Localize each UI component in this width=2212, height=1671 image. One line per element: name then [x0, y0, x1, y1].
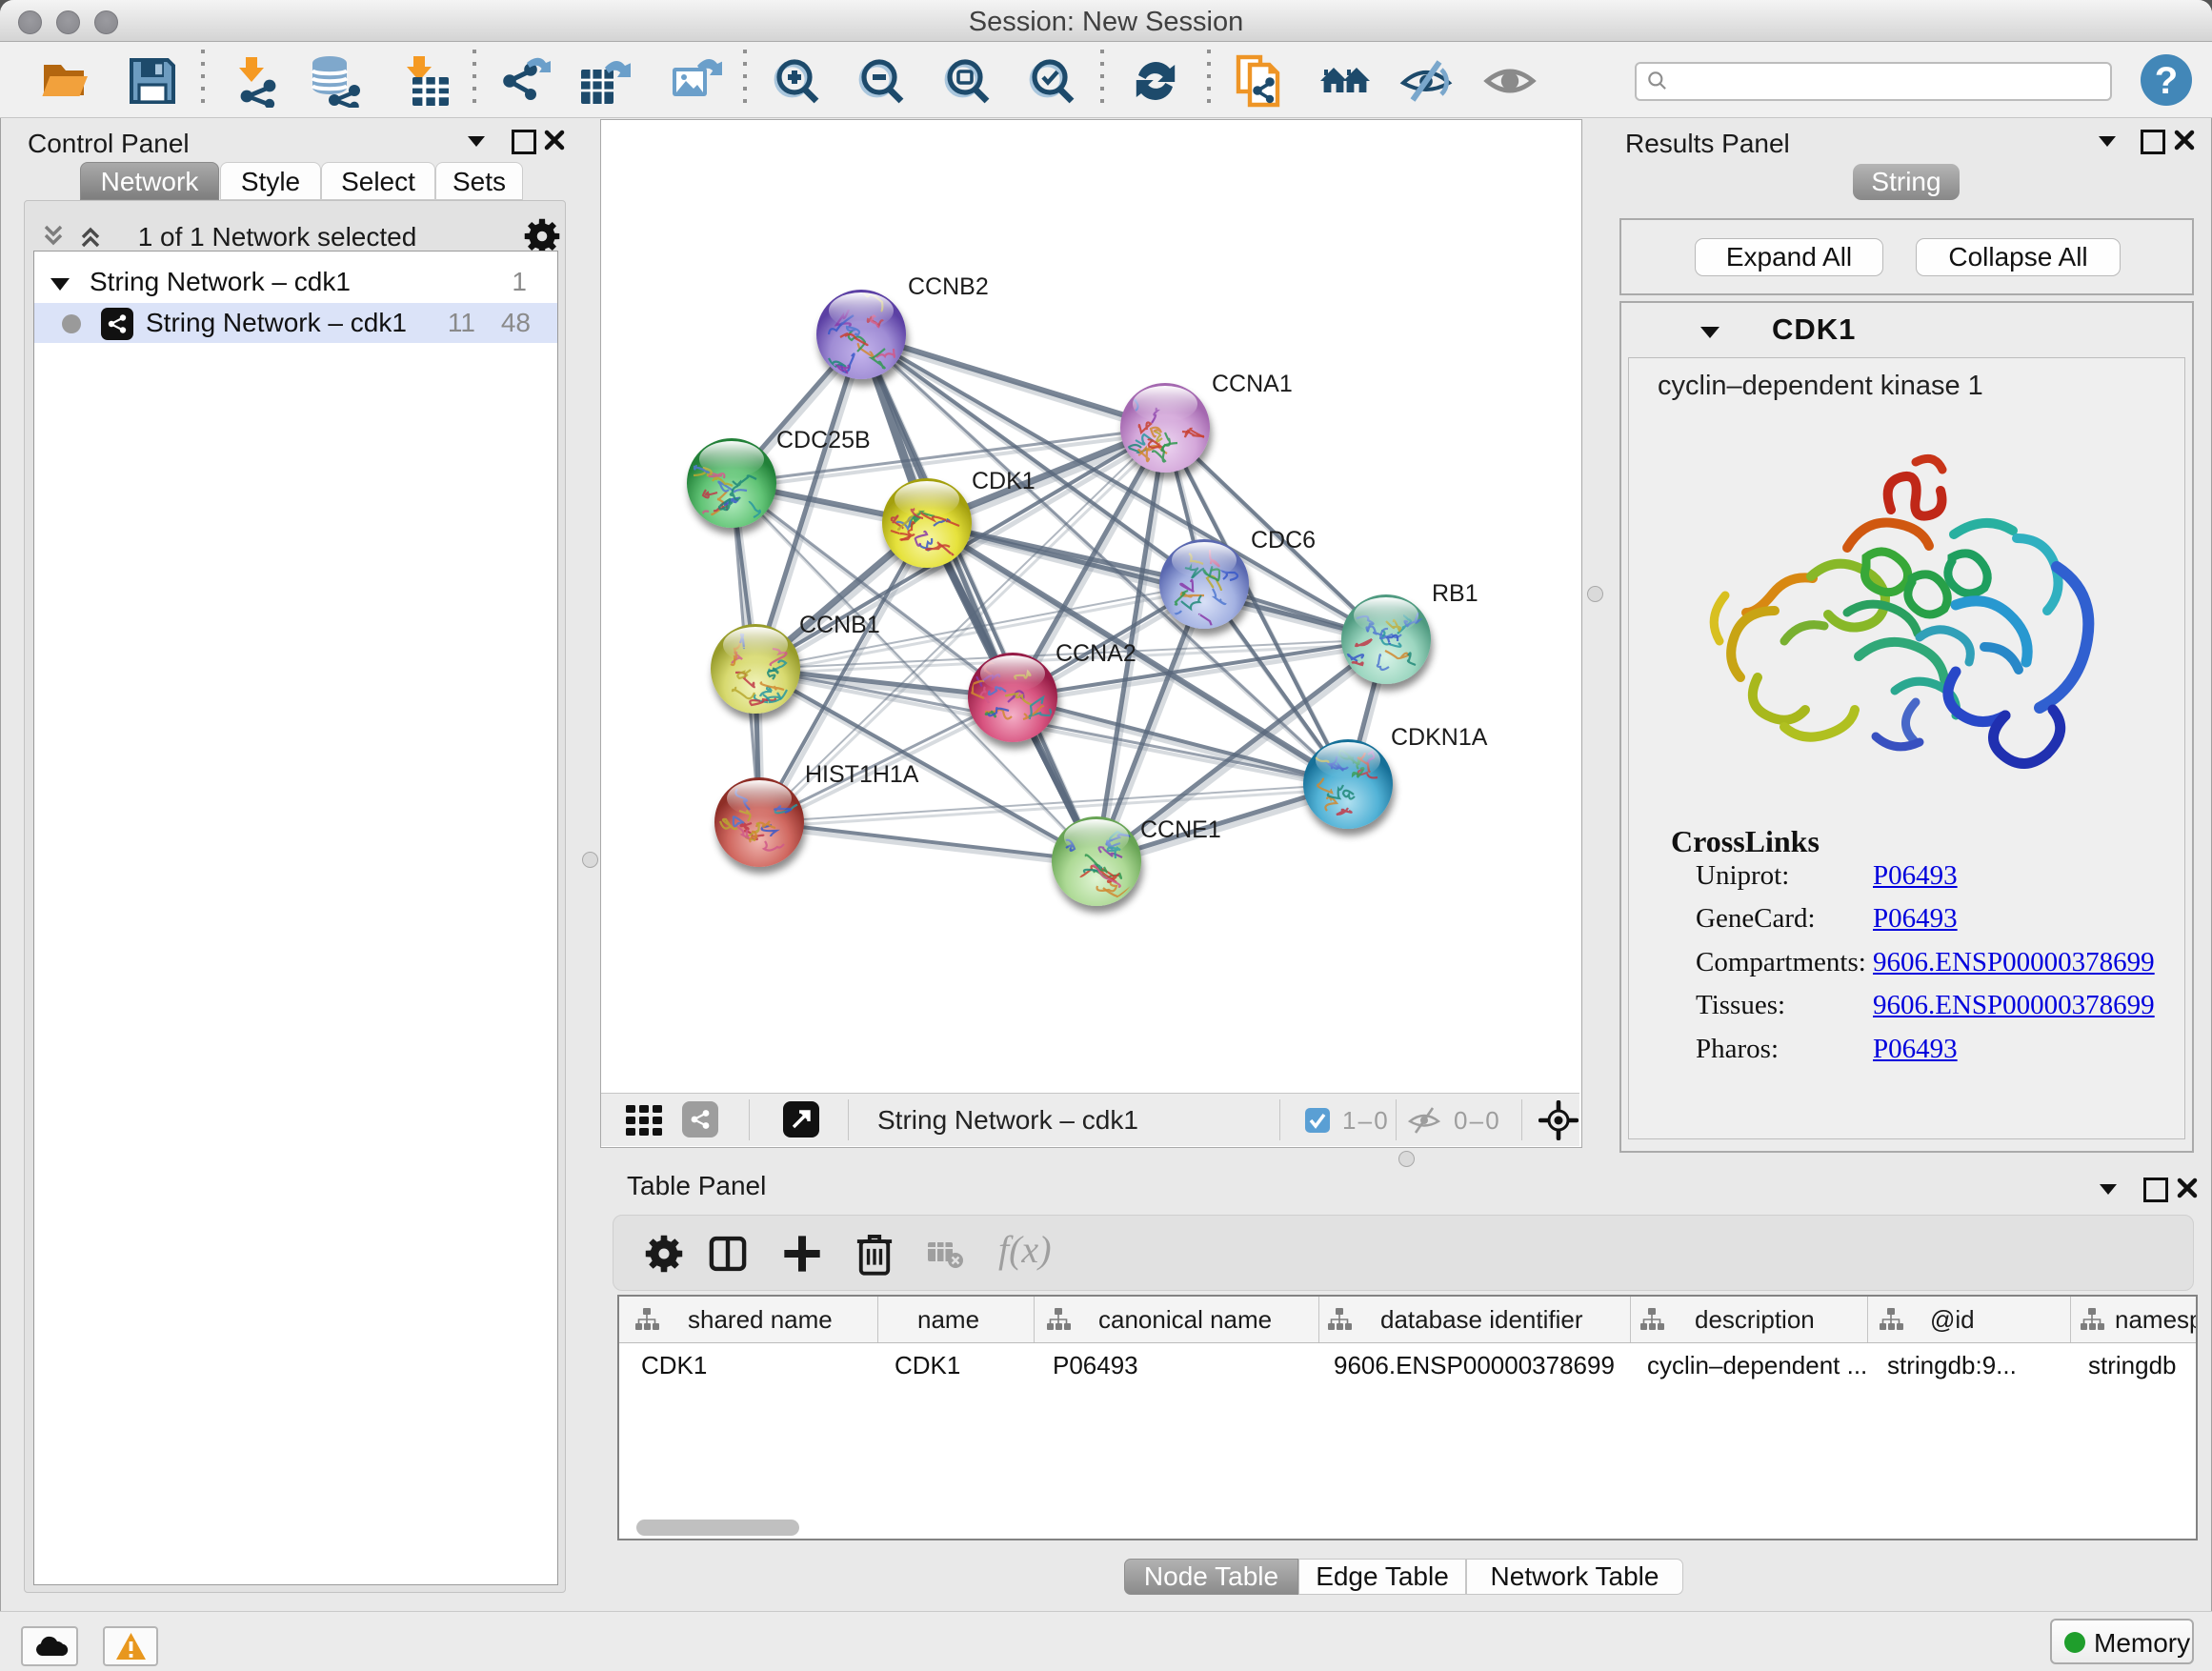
svg-text:HIST1H1A: HIST1H1A	[805, 761, 919, 788]
svg-text:CDKN1A: CDKN1A	[1391, 724, 1488, 751]
svg-text:CCNB1: CCNB1	[799, 612, 880, 638]
svg-text:CDC6: CDC6	[1251, 527, 1316, 554]
svg-text:CCNE1: CCNE1	[1140, 816, 1221, 843]
svg-text:CCNA2: CCNA2	[1056, 640, 1136, 667]
svg-text:CDC25B: CDC25B	[776, 427, 871, 453]
svg-text:CCNA1: CCNA1	[1212, 371, 1293, 397]
svg-text:CCNB2: CCNB2	[908, 273, 989, 300]
svg-text:CDK1: CDK1	[972, 468, 1036, 494]
svg-text:RB1: RB1	[1432, 580, 1478, 607]
